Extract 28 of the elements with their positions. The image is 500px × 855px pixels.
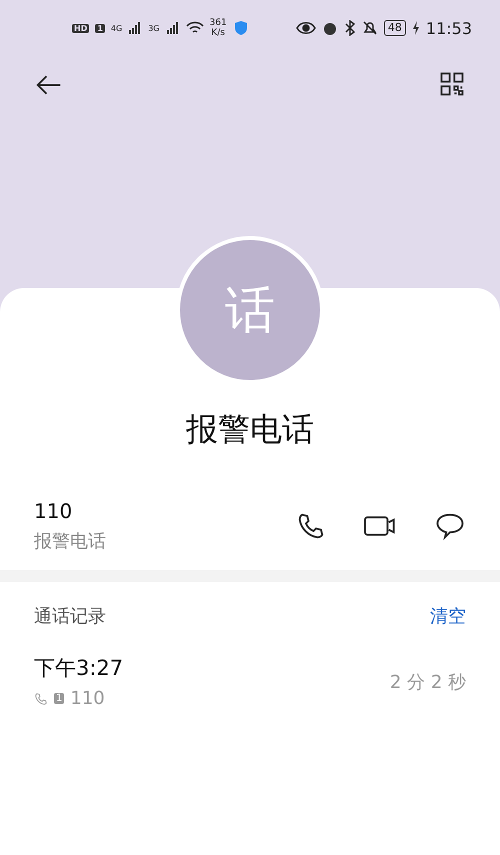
call-number: 110 [70,688,105,709]
muted-bell-icon [362,20,378,36]
phone-icon[interactable] [296,511,326,541]
network-label: 3G [148,24,160,32]
sim-badge: 1 [54,693,64,704]
status-badge: 1 [95,24,105,32]
network-speed: 361 K/s [210,18,227,38]
clock-time: 11:53 [426,18,472,38]
section-title: 通话记录 [34,605,106,628]
network-label: 4G [110,24,122,32]
eye-icon [296,21,316,35]
message-icon[interactable] [434,511,466,541]
phone-number: 110 [34,499,74,523]
bluetooth-icon [344,20,356,36]
qr-code-icon[interactable] [438,70,466,98]
charging-icon [412,21,420,35]
contact-name: 报警电话 [186,409,314,450]
battery-level: 48 [384,20,406,36]
signal-icon [166,22,180,34]
status-badge: HD [72,24,90,32]
wifi-icon [186,21,204,35]
shield-icon [232,20,249,36]
outgoing-call-icon [34,692,48,706]
call-time: 下午3:27 [34,655,124,682]
clear-link[interactable]: 清空 [430,604,466,628]
number-label: 报警电话 [34,530,107,553]
signal-icon [128,22,142,34]
call-duration: 2 分 2 秒 [390,670,466,694]
